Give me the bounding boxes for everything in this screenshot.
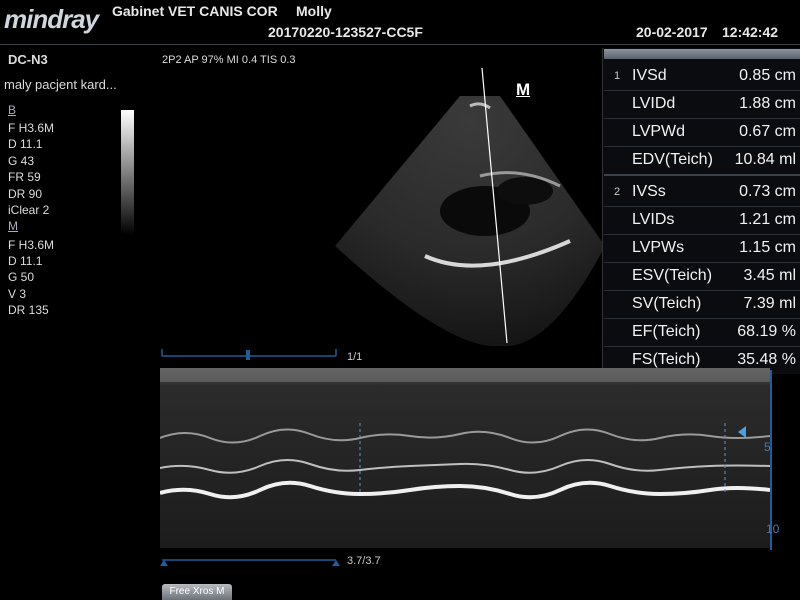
m-mode-label: M xyxy=(8,219,18,233)
b-param: D 11.1 xyxy=(8,137,43,152)
frame-slider[interactable] xyxy=(246,350,250,360)
grayscale-bar xyxy=(121,110,134,235)
m-param: V 3 xyxy=(8,286,27,301)
measurement-row: LVIDd 1.88 cm xyxy=(604,90,800,119)
scan-params: 2P2 AP 97% MI 0.4 TIS 0.3 xyxy=(162,54,296,66)
measurement-row: EF(Teich) 68.19 % xyxy=(604,318,800,347)
free-xros-m-button[interactable]: Free Xros M xyxy=(162,584,232,600)
cine-scroll[interactable] xyxy=(160,552,350,568)
b-mode-image xyxy=(335,67,605,347)
b-param: F H3.6M xyxy=(8,121,55,135)
b-param: DR 90 xyxy=(8,186,43,201)
patient-type: maly pacjent kard... xyxy=(4,77,117,92)
m-param: D 11.1 xyxy=(8,254,43,269)
m-mode-params: F H3.6M D 11.1 G 50 V 3 DR 135 xyxy=(8,237,54,318)
measurement-row: LVPWs 1.15 cm xyxy=(604,234,800,263)
clinic-name: Gabinet VET CANIS COR xyxy=(112,3,278,19)
exam-date: 20-02-2017 xyxy=(636,24,708,40)
measurement-row: EDV(Teich) 10.84 ml xyxy=(604,146,800,176)
m-mode-image xyxy=(160,368,770,548)
frame-counter: 1/1 xyxy=(347,351,363,363)
b-mode-label: B xyxy=(8,103,17,117)
patient-name: Molly xyxy=(296,3,332,19)
probe-name: DC-N3 xyxy=(8,52,48,67)
cine-counter: 3.7/3.7 xyxy=(347,555,381,567)
m-line-marker: M xyxy=(516,80,531,99)
b-param: FR 59 xyxy=(8,170,41,185)
b-param: iClear 2 xyxy=(8,203,50,218)
measurement-row: LVIDs 1.21 cm xyxy=(604,206,800,235)
measurement-row: SV(Teich) 7.39 ml xyxy=(604,290,800,319)
atrium-cavity xyxy=(497,177,553,205)
measurement-panel-header xyxy=(604,49,800,59)
m-param: F H3.6M xyxy=(8,238,55,252)
measurement-row: 1 IVSd 0.85 cm xyxy=(604,62,800,91)
measurement-row: LVPWd 0.67 cm xyxy=(604,118,800,147)
measurement-row: ESV(Teich) 3.45 ml xyxy=(604,262,800,291)
mindray-logo: mindray xyxy=(4,4,99,34)
depth-label: 10 xyxy=(766,522,780,536)
measurement-list: 1 IVSd 0.85 cm LVIDd 1.88 cm LVPWd 0.67 cm E… xyxy=(604,62,800,372)
m-mode-trace xyxy=(160,368,770,548)
exam-time: 12:42:42 xyxy=(722,24,779,40)
depth-label: 5 xyxy=(764,440,771,454)
m-param: DR 135 xyxy=(8,302,49,317)
header-divider xyxy=(0,44,800,45)
measurement-row: 2 IVSs 0.73 cm xyxy=(604,178,800,207)
focus-arrow-icon xyxy=(738,426,746,438)
frame-scroll[interactable] xyxy=(160,348,350,362)
b-param: G 43 xyxy=(8,153,35,168)
m-param: G 50 xyxy=(8,270,35,285)
exam-id: 20170220-123527-CC5F xyxy=(268,24,423,40)
b-mode-params: F H3.6M D 11.1 G 43 FR 59 DR 90 iClear 2 xyxy=(8,120,54,218)
